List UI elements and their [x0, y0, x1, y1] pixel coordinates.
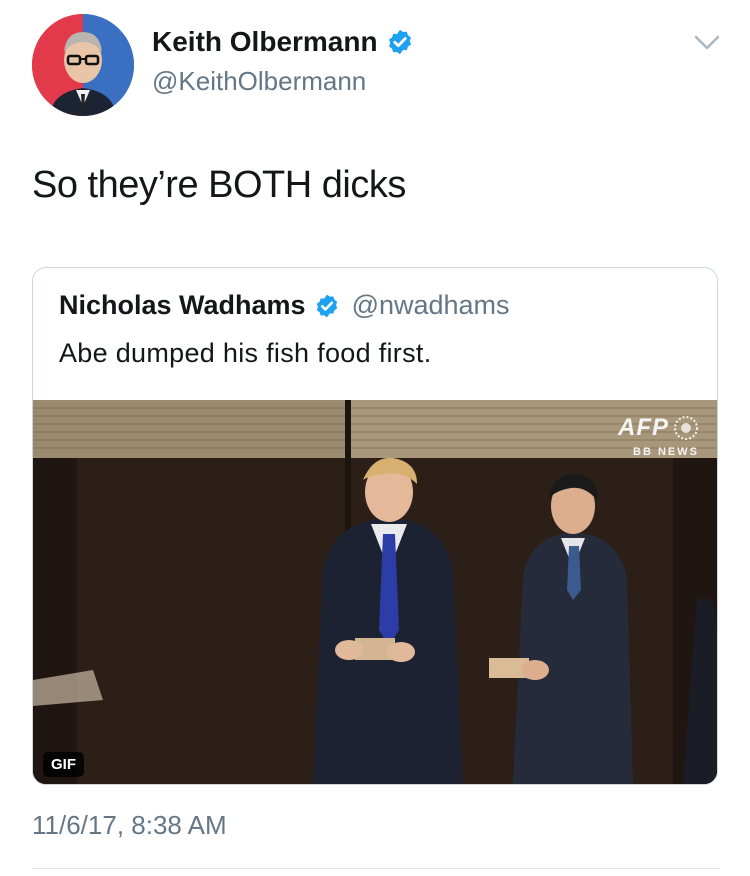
quoted-tweet-card[interactable]: Nicholas Wadhams @nwadhams Abe dumped hi…	[32, 267, 718, 785]
verified-badge-icon	[388, 29, 411, 55]
watermark-sub: BB NEWS	[633, 446, 699, 458]
author-name-row[interactable]: Keith Olbermann	[152, 26, 414, 58]
afp-watermark: AFP BB NEWS	[618, 414, 699, 458]
chevron-down-icon[interactable]	[694, 34, 720, 52]
tweet-text: So they’re BOTH dicks	[32, 164, 406, 206]
gif-badge: GIF	[43, 752, 84, 777]
tweet-timestamp[interactable]: 11/6/17, 8:38 AM	[32, 810, 227, 841]
quoted-tweet-header: Nicholas Wadhams @nwadhams	[59, 290, 510, 321]
globe-icon	[674, 416, 698, 440]
author-handle[interactable]: @KeithOlbermann	[152, 66, 366, 97]
avatar-portrait	[32, 14, 134, 116]
media-gif[interactable]: AFP BB NEWS GIF	[33, 400, 717, 784]
media-scene	[33, 400, 717, 784]
quoted-author-name: Nicholas Wadhams	[59, 290, 306, 320]
quoted-tweet-text: Abe dumped his fish food first.	[59, 338, 432, 368]
quoted-author-handle: @nwadhams	[351, 290, 510, 320]
author-avatar[interactable]	[32, 14, 134, 116]
author-name[interactable]: Keith Olbermann	[152, 26, 378, 58]
divider	[32, 868, 720, 869]
watermark-logo-text: AFP	[618, 414, 669, 441]
verified-badge-icon	[316, 294, 337, 317]
